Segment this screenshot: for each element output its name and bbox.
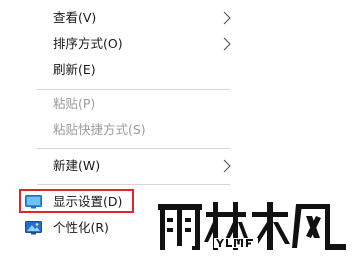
chevron-right-icon [223, 11, 231, 25]
menu-item-label: 刷新(E) [53, 62, 96, 77]
menu-item-new[interactable]: 新建(W) [0, 154, 245, 180]
menu-item-label: 查看(V) [53, 10, 97, 25]
menu-item-label: 个性化(R) [53, 220, 109, 235]
menu-separator [37, 89, 230, 90]
chevron-right-icon [223, 37, 231, 51]
menu-separator [37, 184, 230, 185]
personalize-icon [25, 221, 42, 235]
menu-item-view[interactable]: 查看(V) [0, 6, 245, 32]
watermark-logo [158, 202, 346, 250]
menu-item-label: 新建(W) [53, 158, 101, 173]
menu-item-refresh[interactable]: 刷新(E) [0, 58, 245, 84]
menu-item-label: 粘贴快捷方式(S) [53, 122, 146, 137]
menu-item-paste[interactable]: 粘贴(P) [0, 92, 245, 118]
highlight-box [19, 189, 134, 213]
menu-item-paste-shortcut[interactable]: 粘贴快捷方式(S) [0, 118, 245, 144]
menu-item-sort-by[interactable]: 排序方式(O) [0, 32, 245, 58]
menu-item-label: 排序方式(O) [53, 36, 123, 51]
menu-item-label: 粘贴(P) [53, 96, 96, 111]
chevron-right-icon [223, 159, 231, 173]
menu-separator [37, 148, 230, 149]
